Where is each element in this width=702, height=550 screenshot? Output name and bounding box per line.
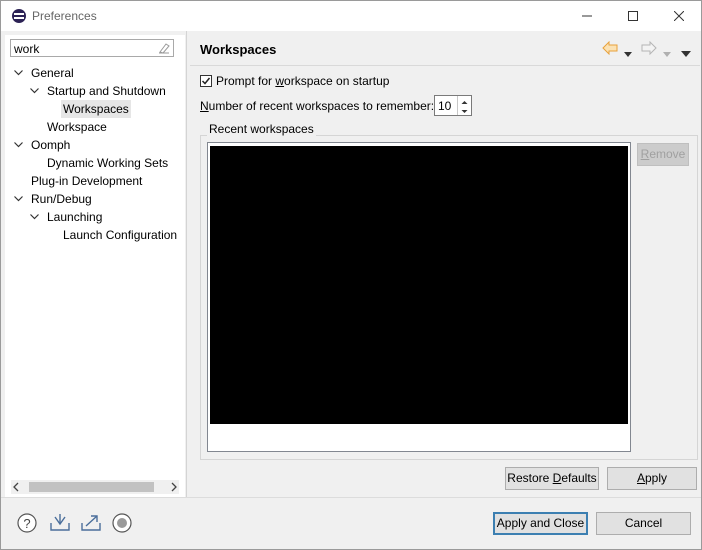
tree-item-label: Run/Debug	[31, 192, 92, 206]
back-arrow-icon	[602, 40, 618, 56]
forward-button[interactable]	[641, 40, 657, 59]
maximize-icon	[628, 11, 638, 21]
chevron-down-icon[interactable]	[13, 136, 25, 154]
tree-item-launch-configuration[interactable]: Launch Configuration	[63, 226, 177, 244]
record-icon	[112, 513, 132, 533]
tree-horizontal-scrollbar[interactable]	[11, 480, 179, 494]
recent-workspaces-list[interactable]	[207, 142, 631, 452]
view-menu-button[interactable]	[681, 46, 691, 64]
tree-item-label: Plug-in Development	[31, 174, 143, 188]
svg-text:?: ?	[23, 516, 30, 531]
eclipse-icon	[12, 9, 26, 23]
recent-count-spinner[interactable]: 10	[434, 95, 472, 116]
footer-divider	[1, 497, 701, 498]
back-menu-button[interactable]	[624, 46, 632, 64]
checkmark-icon	[201, 77, 211, 85]
redacted-content	[210, 146, 628, 424]
remove-button[interactable]: Remove	[637, 143, 689, 166]
apply-button[interactable]: Apply	[607, 467, 697, 490]
window-title: Preferences	[32, 9, 97, 23]
preference-tree-panel: work General Startup and Shutdown Worksp…	[5, 35, 185, 497]
title-divider	[190, 65, 700, 66]
spinner-up-button[interactable]	[458, 96, 471, 105]
title-bar: Preferences	[1, 1, 701, 31]
prompt-workspace-label: Prompt for workspace on startup	[216, 74, 390, 88]
minimize-icon	[582, 15, 592, 17]
tree-item-label: Launch Configuration	[63, 228, 177, 242]
filter-input[interactable]: work	[10, 39, 174, 57]
scroll-left-icon[interactable]	[11, 481, 23, 493]
tree-item-label: Startup and Shutdown	[47, 84, 166, 98]
tree-item-label: Workspace	[47, 120, 107, 134]
arrow-down-icon	[461, 110, 468, 113]
forward-arrow-icon	[641, 40, 657, 56]
recent-count-label: Number of recent workspaces to remember:	[200, 99, 435, 113]
close-button[interactable]	[656, 1, 702, 31]
close-icon	[674, 11, 684, 21]
chevron-down-icon[interactable]	[29, 208, 41, 226]
view-menu-icon	[681, 51, 691, 57]
checkbox-box[interactable]	[200, 75, 212, 87]
import-button[interactable]	[49, 513, 71, 533]
import-icon	[50, 514, 70, 531]
tree-item-label: Launching	[47, 210, 103, 224]
maximize-button[interactable]	[610, 1, 656, 31]
tree-item-label: Oomph	[31, 138, 71, 152]
panel-splitter[interactable]	[186, 31, 187, 497]
chevron-down-icon[interactable]	[13, 190, 25, 208]
apply-and-close-button[interactable]: Apply and Close	[493, 512, 588, 535]
chevron-down-icon[interactable]	[13, 64, 25, 82]
recent-count-value[interactable]: 10	[438, 99, 451, 113]
help-icon: ?	[17, 513, 37, 533]
spinner-down-button[interactable]	[458, 106, 471, 115]
chevron-down-icon	[624, 52, 632, 57]
scroll-right-icon[interactable]	[167, 481, 179, 493]
recent-workspaces-label: Recent workspaces	[207, 122, 316, 136]
export-button[interactable]	[80, 513, 102, 533]
help-button[interactable]: ?	[17, 513, 37, 533]
cancel-button[interactable]: Cancel	[596, 512, 691, 535]
restore-defaults-button[interactable]: Restore Defaults	[505, 467, 599, 490]
clear-filter-icon[interactable]	[158, 42, 170, 54]
filter-value: work	[14, 42, 40, 56]
tree-item-label: Dynamic Working Sets	[47, 156, 169, 170]
chevron-down-icon[interactable]	[29, 82, 41, 100]
back-button[interactable]	[602, 40, 618, 59]
forward-menu-button[interactable]	[663, 46, 671, 64]
chevron-down-icon	[663, 52, 671, 57]
export-icon	[81, 515, 101, 531]
scroll-thumb[interactable]	[29, 482, 154, 492]
tree-item-label: Workspaces	[61, 100, 131, 118]
record-button[interactable]	[112, 513, 132, 533]
tree-item-label: General	[31, 66, 74, 80]
page-title: Workspaces	[200, 42, 277, 57]
preferences-window: Preferences work General Startup and Shu…	[0, 0, 702, 550]
minimize-button[interactable]	[564, 1, 610, 31]
